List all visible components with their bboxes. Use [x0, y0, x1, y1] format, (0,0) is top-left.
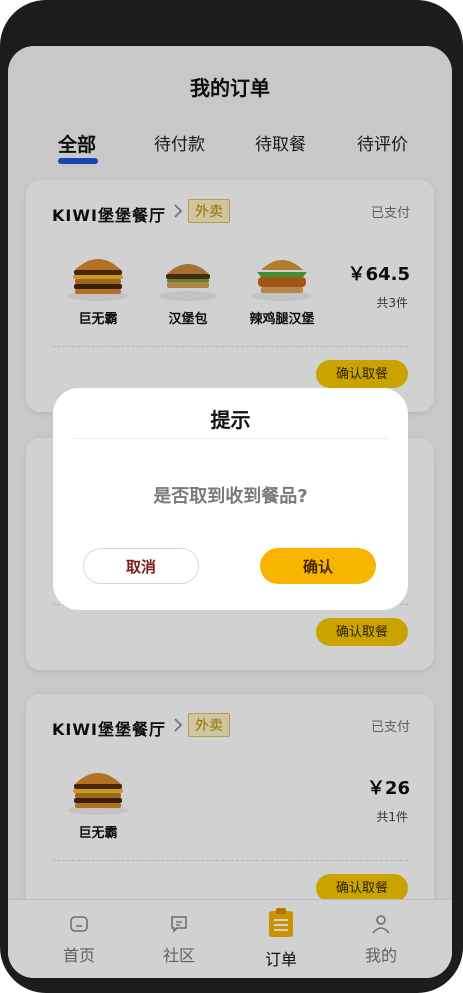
screen: 我的订单 全部 待付款 待取餐 待评价 KIWI堡堡餐厅 外卖 已支付 巨无霸	[8, 46, 452, 978]
cancel-button[interactable]: 取消	[83, 548, 199, 584]
confirm-dialog: 提示 是否取到收到餐品? 取消 确认	[53, 388, 408, 610]
dialog-divider	[73, 438, 388, 439]
dialog-title: 提示	[210, 408, 251, 432]
confirm-button[interactable]: 确认	[260, 548, 376, 584]
dialog-message: 是否取到收到餐品?	[153, 486, 308, 507]
